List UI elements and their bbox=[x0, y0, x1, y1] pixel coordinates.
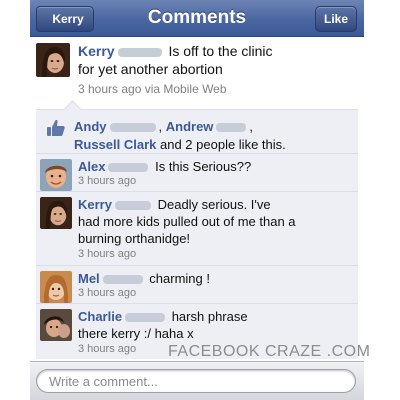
comment-author[interactable]: Kerry bbox=[78, 197, 112, 212]
like-button[interactable]: Like bbox=[315, 6, 357, 32]
thumbs-up-icon bbox=[46, 118, 66, 138]
comment-timestamp: 3 hours ago bbox=[78, 248, 137, 260]
redacted-surname bbox=[216, 123, 247, 133]
page-title: Comments bbox=[147, 7, 247, 28]
redacted-surname bbox=[117, 47, 162, 57]
comment-line: burning orthanidge! bbox=[78, 231, 191, 246]
comment-item: Alex Is this Serious?? 3 hours ago bbox=[36, 153, 358, 192]
comment-author[interactable]: Charlie bbox=[78, 309, 122, 324]
comment-line: harsh phrase bbox=[171, 309, 248, 324]
redacted-surname bbox=[109, 123, 156, 133]
comment-input[interactable] bbox=[36, 369, 356, 393]
watermark: FACEBOOK CRAZE .COM bbox=[168, 343, 371, 360]
comment-author[interactable]: Mel bbox=[78, 271, 100, 286]
status-post: Kerry Is off to the clinic for yet anoth… bbox=[30, 37, 364, 113]
post-body: Kerry Is off to the clinic for yet anoth… bbox=[78, 42, 358, 78]
comment-timestamp: 3 hours ago bbox=[78, 343, 137, 355]
comment-text: Kerry Deadly serious. I've had more kids… bbox=[78, 196, 354, 247]
comment-text: Mel charming ! bbox=[78, 270, 354, 287]
post-text-line-2: for yet another abortion bbox=[78, 61, 223, 77]
likes-text: Andy, Andrew, Russell Clark and 2 people… bbox=[74, 119, 286, 152]
comment-composer-bar bbox=[30, 361, 364, 400]
liker-1[interactable]: Andy bbox=[74, 119, 107, 134]
comment-text: Alex Is this Serious?? bbox=[78, 158, 354, 175]
redacted-surname bbox=[125, 313, 166, 323]
comment-text: Charlie harsh phrase there kerry :/ haha… bbox=[78, 308, 354, 342]
likes-row[interactable]: Andy, Andrew, Russell Clark and 2 people… bbox=[36, 109, 358, 154]
comments-screen: Kerry Comments Like Kerry Is off to the … bbox=[0, 0, 400, 400]
post-text-line-1: Is off to the clinic bbox=[168, 43, 273, 59]
comment-line: charming ! bbox=[149, 271, 210, 286]
nav-bar: Kerry Comments Like bbox=[30, 0, 364, 37]
comment-timestamp: 3 hours ago bbox=[78, 175, 137, 187]
likes-others[interactable]: and 2 people like this. bbox=[160, 137, 286, 152]
comment-line: there kerry :/ haha x bbox=[78, 326, 194, 341]
redacted-surname bbox=[108, 163, 149, 173]
comment-author[interactable]: Alex bbox=[78, 159, 105, 174]
avatar-mel[interactable] bbox=[40, 271, 72, 303]
comments-content[interactable]: Kerry Is off to the clinic for yet anoth… bbox=[30, 37, 364, 359]
comment-line: had more kids pulled out of me than a bbox=[78, 214, 296, 229]
liker-3[interactable]: Russell Clark bbox=[74, 137, 156, 152]
post-author[interactable]: Kerry bbox=[78, 43, 115, 59]
avatar-kerry[interactable] bbox=[36, 43, 70, 77]
redacted-surname bbox=[102, 275, 143, 285]
comment-item: Kerry Deadly serious. I've had more kids… bbox=[36, 191, 358, 266]
redacted-surname bbox=[114, 201, 151, 211]
comment-timestamp: 3 hours ago bbox=[78, 287, 137, 299]
avatar-alex[interactable] bbox=[40, 159, 72, 191]
avatar-kerry[interactable] bbox=[40, 197, 72, 229]
avatar-charlie[interactable] bbox=[40, 309, 72, 341]
post-timestamp: 3 hours ago via Mobile Web bbox=[78, 82, 227, 96]
comment-line: Deadly serious. I've bbox=[157, 197, 271, 212]
comment-item: Mel charming ! 3 hours ago bbox=[36, 265, 358, 304]
comment-line: Is this Serious?? bbox=[155, 159, 252, 174]
liker-2[interactable]: Andrew bbox=[166, 119, 214, 134]
